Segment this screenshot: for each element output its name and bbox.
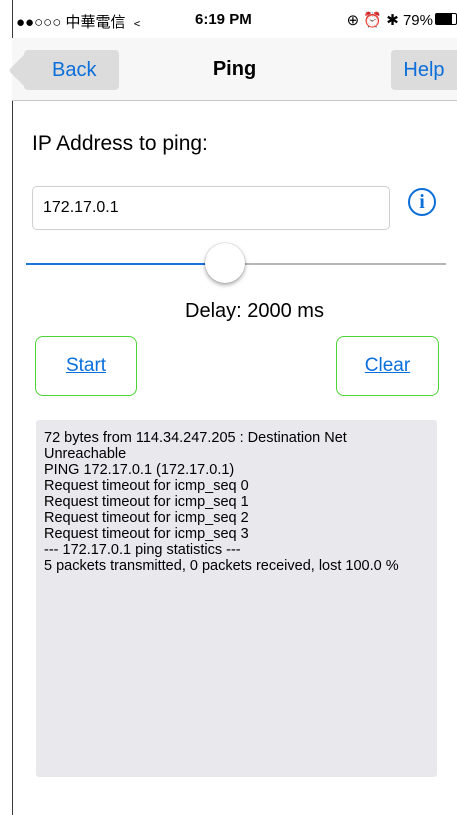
status-time: 6:19 PM: [195, 11, 252, 28]
status-bar: ●●○○○ 中華電信 ﹤ 6:19 PM ⊕ ⏰ ✱ 79%: [12, 0, 457, 38]
battery-icon: [435, 13, 457, 25]
start-button[interactable]: Start: [35, 336, 137, 396]
navigation-bar: Back Ping Help: [8, 38, 457, 101]
left-edge-rule: [12, 0, 13, 815]
battery-percent: 79%: [402, 12, 433, 29]
output-line: --- 172.17.0.1 ping statistics ---: [44, 542, 241, 558]
delay-slider-track-filled: [26, 263, 226, 265]
ip-address-label: IP Address to ping:: [32, 132, 208, 155]
output-line: 5 packets transmitted, 0 packets receive…: [44, 558, 399, 574]
output-line: PING 172.17.0.1 (172.17.0.1): [44, 462, 235, 478]
help-button[interactable]: Help: [391, 50, 457, 90]
delay-label: Delay: 2000 ms: [185, 300, 324, 322]
output-line: Request timeout for icmp_seq 1: [44, 494, 249, 510]
ping-output: 72 bytes from 114.34.247.205 : Destinati…: [36, 420, 437, 777]
output-line: Request timeout for icmp_seq 2: [44, 510, 249, 526]
battery-fill: [436, 14, 452, 24]
status-icons: ⊕ ⏰ ✱: [346, 12, 399, 29]
wifi-icon: ﹤: [129, 14, 145, 31]
info-icon[interactable]: i: [408, 188, 436, 216]
delay-slider-thumb[interactable]: [205, 243, 245, 283]
output-line: Request timeout for icmp_seq 3: [44, 526, 249, 542]
output-line: 72 bytes from 114.34.247.205 : Destinati…: [44, 430, 351, 462]
delay-slider-track-empty: [226, 263, 446, 265]
status-right-group: ⊕ ⏰ ✱ 79%: [347, 11, 433, 29]
status-carrier: ●●○○○ 中華電信 ﹤: [16, 14, 145, 31]
output-line: Request timeout for icmp_seq 0: [44, 478, 249, 494]
clear-button[interactable]: Clear: [336, 336, 439, 396]
ip-address-input[interactable]: [32, 186, 390, 230]
